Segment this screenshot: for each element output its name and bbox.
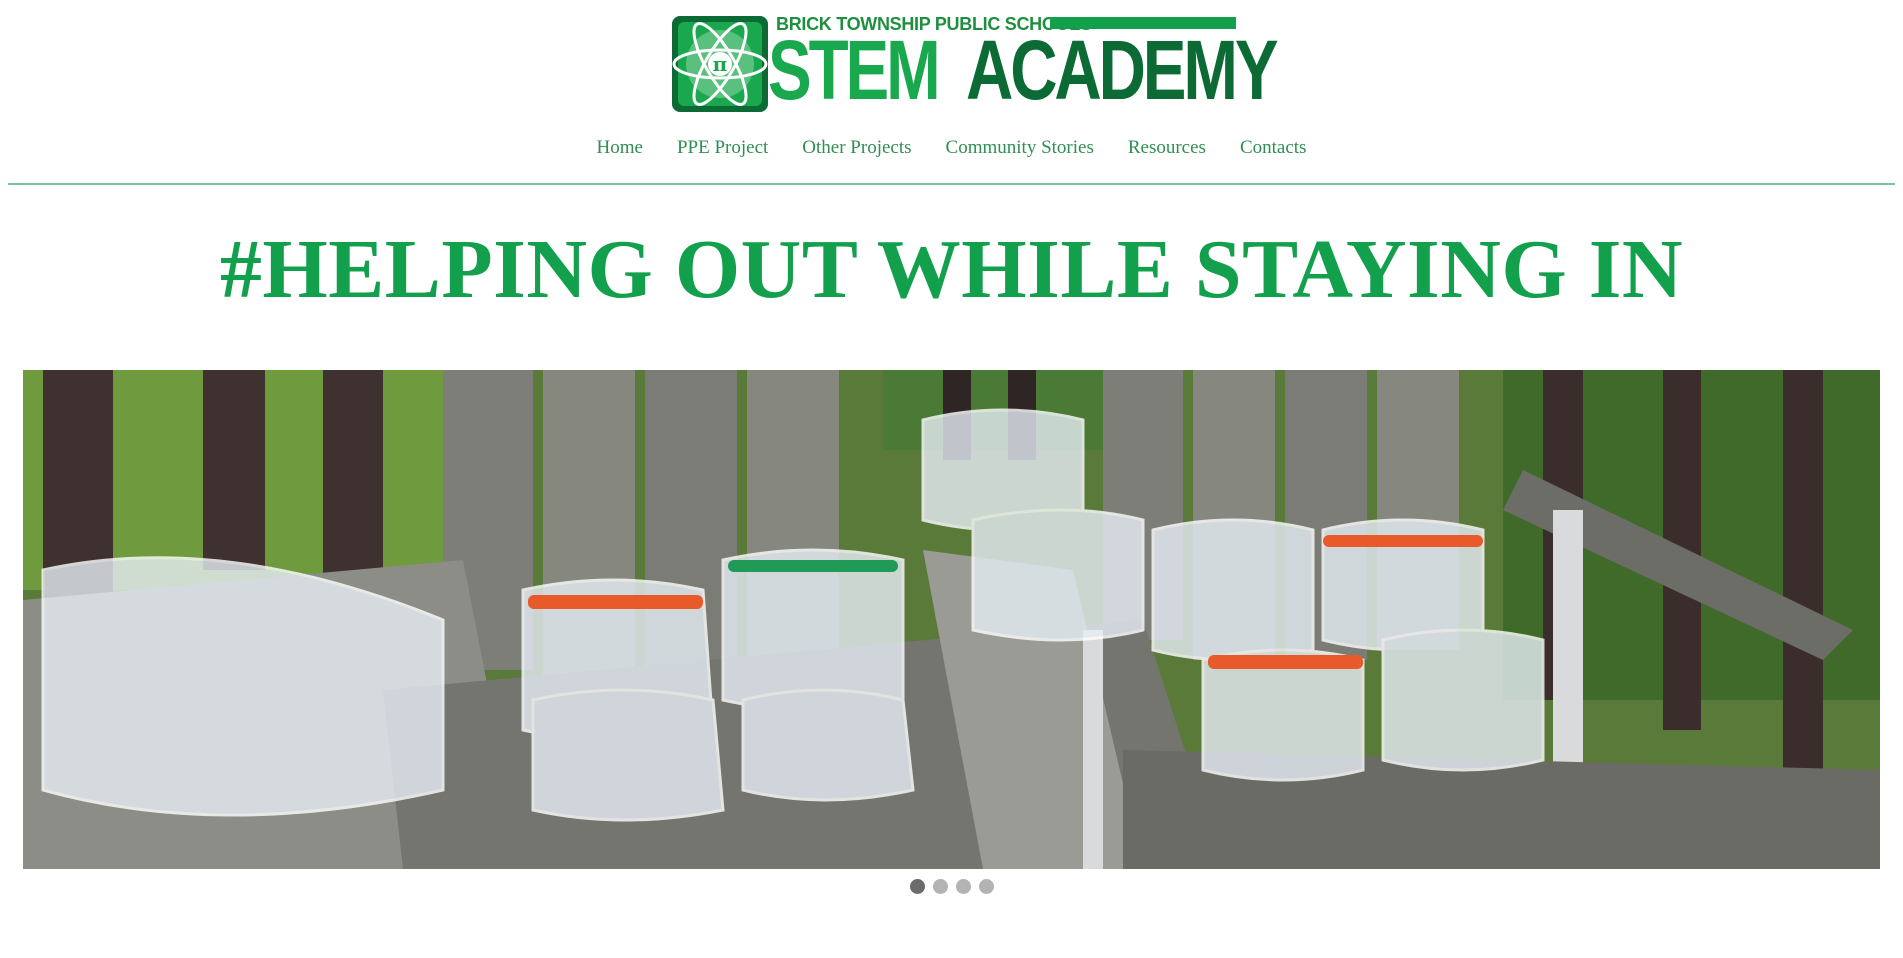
- nav-community-stories[interactable]: Community Stories: [929, 136, 1111, 160]
- page-headline: #HELPING OUT WHILE STAYING IN: [219, 223, 1684, 316]
- image-slider[interactable]: [23, 370, 1880, 869]
- slider-dot-1[interactable]: [909, 879, 925, 894]
- header-divider: [8, 183, 1895, 185]
- atom-icon: π: [672, 16, 768, 112]
- nav-ppe-project[interactable]: PPE Project: [660, 136, 785, 160]
- logo-academy-word: ACADEMY: [966, 23, 1279, 117]
- nav-home[interactable]: Home: [580, 136, 660, 160]
- slider-dot-2[interactable]: [932, 879, 948, 894]
- nav-contacts[interactable]: Contacts: [1223, 136, 1324, 160]
- nav-resources[interactable]: Resources: [1111, 136, 1223, 160]
- svg-text:π: π: [713, 52, 728, 76]
- main-nav: Home PPE Project Other Projects Communit…: [0, 136, 1903, 160]
- site-header: π BRICK TOWNSHIP PUBLIC SCHOOLS STEM ACA…: [0, 0, 1903, 186]
- slide-image: [23, 370, 1880, 869]
- logo-stem-word: STEM: [768, 23, 941, 117]
- logo-wordmark[interactable]: BRICK TOWNSHIP PUBLIC SCHOOLS STEM ACADE…: [768, 12, 1279, 114]
- slider-dot-4[interactable]: [978, 879, 994, 894]
- slider-pagination: [0, 879, 1903, 894]
- slider-dot-3[interactable]: [955, 879, 971, 894]
- nav-other-projects[interactable]: Other Projects: [785, 136, 928, 160]
